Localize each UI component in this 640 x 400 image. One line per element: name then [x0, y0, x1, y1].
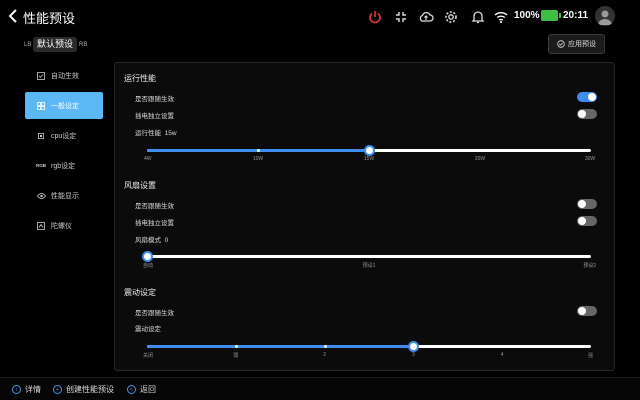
sidebar-item-label: 自动生效: [51, 72, 79, 80]
gyroscope-icon: [36, 221, 46, 231]
fan-mode-slider[interactable]: 自动 预设1 预设2: [142, 251, 596, 269]
apply-preset-label: 应用预设: [568, 41, 596, 48]
fan-mode-value: 0: [164, 237, 169, 244]
preset-name[interactable]: 默认预设: [33, 37, 78, 52]
settings-panel: [114, 62, 615, 371]
page-title: 性能预设: [23, 11, 76, 26]
fan-follow-label: 是否跟随生效: [135, 203, 174, 210]
vibration-slider-label: 震动设定: [135, 326, 161, 333]
back-button[interactable]: < 返回: [127, 384, 156, 395]
wifi-icon: [494, 12, 508, 23]
run-performance-slider-stop: [257, 149, 260, 152]
run-plugged-toggle[interactable]: [577, 109, 597, 119]
vibration-slider[interactable]: 关闭 弱 2 3 4 强: [143, 341, 593, 359]
performance-display-icon: [36, 191, 46, 201]
sidebar-item-performance-display[interactable]: 性能显示: [25, 182, 103, 209]
sidebar-item-label: rgb设定: [51, 162, 76, 170]
fan-mode-slider-knob[interactable]: [142, 251, 153, 262]
vibration-follow-label: 是否跟随生效: [135, 310, 174, 317]
run-follow-toggle[interactable]: [577, 92, 597, 102]
section-title-fan: 风扇设置: [124, 181, 156, 190]
return-icon: <: [127, 385, 136, 394]
sidebar-item-label: 一般设定: [51, 102, 79, 110]
run-performance-slider-label: 运行性能 15w: [135, 130, 177, 137]
run-performance-tick-label: 30W: [584, 156, 596, 162]
vibration-follow-toggle[interactable]: [577, 306, 597, 316]
sidebar-item-rgb[interactable]: RGB rgb设定: [25, 152, 103, 179]
run-follow-label: 是否跟随生效: [135, 96, 174, 103]
run-performance-tick-label: 15W: [363, 156, 375, 162]
bottom-bar: i 详情 + 创建性能预设 < 返回: [0, 377, 640, 400]
user-icon: [598, 10, 612, 25]
run-performance-tick-label: 4W: [144, 156, 152, 162]
collapse-icon[interactable]: [393, 9, 409, 25]
vibration-tick-label: 4: [500, 352, 504, 358]
run-performance-slider-knob[interactable]: [364, 145, 375, 156]
details-label: 详情: [25, 385, 41, 394]
section-title-run-performance: 运行性能: [124, 74, 156, 83]
run-performance-value: 15w: [164, 130, 177, 137]
check-circle-icon: [557, 40, 565, 48]
fan-mode-tick-label: 自动: [142, 263, 154, 269]
sidebar-item-label: 陀螺仪: [51, 222, 72, 230]
cloud-upload-icon[interactable]: [418, 9, 434, 25]
vibration-tick-label: 强: [587, 353, 594, 359]
auto-apply-icon: [36, 71, 46, 81]
fan-mode-slider-stop: [368, 255, 371, 258]
sidebar-item-gyroscope[interactable]: 陀螺仪: [25, 212, 103, 239]
create-preset-label: 创建性能预设: [66, 385, 114, 394]
power-icon[interactable]: [367, 9, 383, 25]
back-arrow-icon[interactable]: [6, 8, 20, 24]
run-performance-tick-label: 10W: [252, 156, 264, 162]
fan-plugged-toggle[interactable]: [577, 216, 597, 226]
battery-icon: [541, 10, 561, 21]
cpu-icon: [36, 131, 46, 141]
sidebar-item-label: 性能显示: [51, 192, 79, 200]
vibration-slider-fill: [147, 345, 414, 348]
avatar[interactable]: [595, 6, 615, 26]
bell-icon[interactable]: [470, 9, 486, 25]
rgb-icon: RGB: [36, 163, 46, 168]
vibration-tick-label: 关闭: [142, 353, 154, 359]
vibration-tick-label: 弱: [233, 353, 239, 359]
sidebar-item-cpu[interactable]: cpu设定: [25, 122, 103, 149]
top-bar: 性能预设 100% 20:11: [0, 0, 640, 34]
details-icon: i: [12, 385, 21, 394]
apply-preset-button[interactable]: 应用预设: [548, 34, 605, 54]
details-button[interactable]: i 详情: [12, 384, 41, 395]
vibration-slider-stop: [323, 345, 327, 348]
create-preset-button[interactable]: + 创建性能预设: [53, 384, 114, 395]
clock: 20:11: [563, 10, 589, 21]
back-label: 返回: [140, 385, 156, 394]
fan-mode-tick-label: 预设1: [362, 263, 376, 269]
run-plugged-label: 插电独立设置: [135, 113, 174, 120]
section-title-vibration: 震动设定: [124, 288, 156, 297]
vibration-slider-stop: [501, 345, 505, 348]
gear-icon[interactable]: [443, 9, 459, 25]
sidebar-item-general[interactable]: 一般设定: [25, 92, 103, 119]
vibration-tick-label: 3: [412, 352, 415, 358]
run-performance-slider-stop: [479, 149, 482, 152]
sidebar-item-auto-apply[interactable]: 自动生效: [25, 62, 103, 89]
rb-button-hint: RB: [79, 42, 88, 48]
sidebar-item-label: cpu设定: [51, 132, 77, 140]
vibration-tick-label: 2: [323, 352, 326, 358]
create-icon: +: [53, 385, 62, 394]
run-performance-tick-label: 20W: [474, 156, 486, 162]
lb-button-hint: LB: [24, 42, 32, 48]
battery-percent: 100%: [514, 10, 540, 21]
fan-plugged-label: 插电独立设置: [135, 220, 174, 227]
run-performance-slider[interactable]: 4W 10W 15W 20W 30W: [144, 145, 595, 162]
vibration-slider-stop: [234, 345, 238, 348]
fan-follow-toggle[interactable]: [577, 199, 597, 209]
fan-mode-slider-label: 风扇模式 0: [135, 237, 169, 244]
general-settings-icon: [36, 101, 46, 111]
fan-mode-tick-label: 预设2: [583, 263, 597, 269]
